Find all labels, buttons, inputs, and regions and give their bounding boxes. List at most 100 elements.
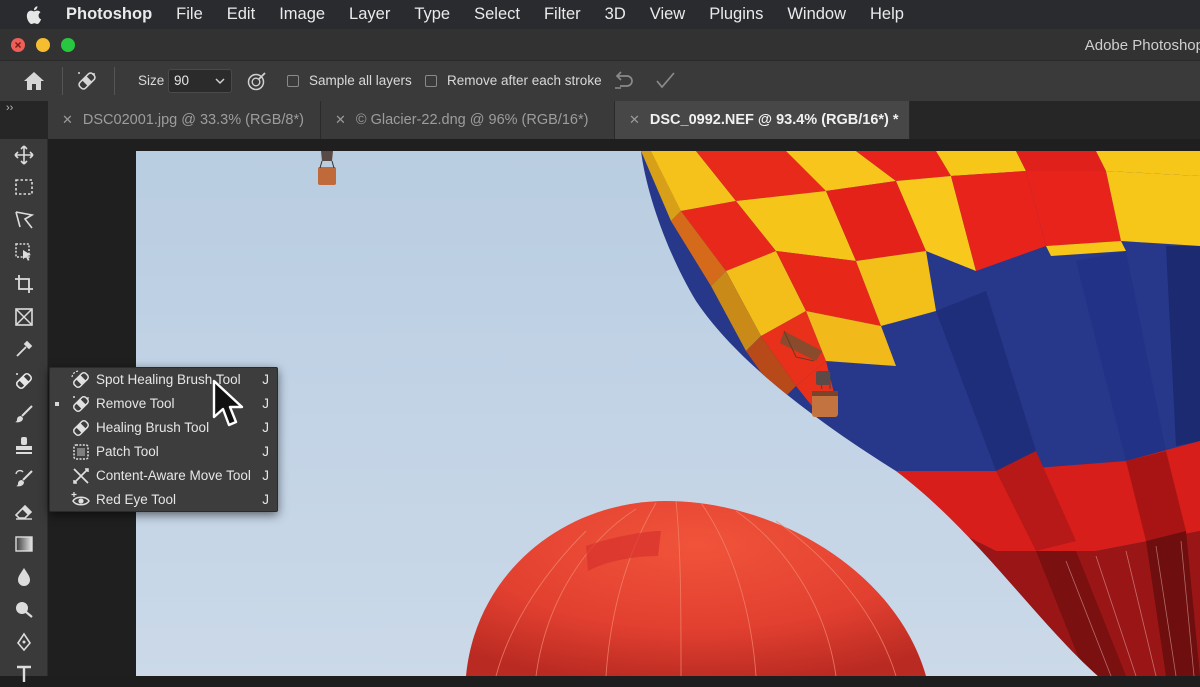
rectangular-marquee-tool[interactable] bbox=[10, 174, 38, 200]
blur-tool[interactable] bbox=[10, 564, 38, 590]
menu-file[interactable]: File bbox=[176, 5, 203, 24]
options-bar: Size 90 Sample all layers Remove after e… bbox=[0, 61, 1200, 101]
menu-view[interactable]: View bbox=[650, 5, 685, 24]
window-titlebar: Adobe Photoshop bbox=[0, 29, 1200, 61]
hot-air-balloons-photo bbox=[318, 151, 1200, 676]
lasso-tool[interactable] bbox=[10, 207, 38, 233]
flyout-item-label: Red Eye Tool bbox=[96, 492, 177, 507]
size-input[interactable]: 90 bbox=[168, 69, 232, 93]
content-aware-move-icon bbox=[73, 468, 89, 484]
separator bbox=[62, 67, 63, 95]
pen-tool[interactable] bbox=[10, 629, 38, 655]
menu-layer[interactable]: Layer bbox=[349, 5, 390, 24]
tab-label: DSC02001.jpg @ 33.3% (RGB/8*) bbox=[82, 112, 304, 128]
type-tool[interactable] bbox=[10, 661, 38, 687]
tab-label: © Glacier-22.dng @ 96% (RGB/16*) bbox=[355, 112, 589, 128]
lasso-icon bbox=[15, 211, 35, 229]
window-close-button[interactable] bbox=[11, 38, 25, 52]
pressure-size-button[interactable] bbox=[246, 70, 268, 95]
eraser-tool[interactable] bbox=[10, 498, 38, 524]
object-selection-tool[interactable] bbox=[10, 239, 38, 265]
document-tabs: ›› ✕ DSC02001.jpg @ 33.3% (RGB/8*) ✕ © G… bbox=[0, 101, 1200, 139]
dodge-icon bbox=[16, 602, 33, 618]
move-icon bbox=[14, 145, 34, 165]
commit-button[interactable] bbox=[653, 70, 677, 95]
menu-window[interactable]: Window bbox=[787, 5, 846, 24]
crop-icon bbox=[15, 275, 33, 293]
size-label: Size bbox=[138, 73, 165, 88]
dodge-tool[interactable] bbox=[10, 596, 38, 622]
window-minimize-button[interactable] bbox=[36, 38, 50, 52]
menu-filter[interactable]: Filter bbox=[544, 5, 581, 24]
frame-tool[interactable] bbox=[10, 304, 38, 330]
blur-drop-icon bbox=[18, 568, 30, 586]
shortcut-key: J bbox=[262, 444, 269, 459]
menu-edit[interactable]: Edit bbox=[227, 5, 255, 24]
menu-help[interactable]: Help bbox=[870, 5, 904, 24]
shortcut-key: J bbox=[262, 420, 269, 435]
flyout-item-content-aware-move[interactable]: Content-Aware Move Tool J bbox=[50, 464, 277, 488]
menu-plugins[interactable]: Plugins bbox=[709, 5, 763, 24]
home-icon bbox=[24, 72, 44, 90]
macos-menubar: Photoshop File Edit Image Layer Type Sel… bbox=[0, 0, 1200, 29]
mouse-pointer-icon bbox=[212, 379, 244, 427]
separator bbox=[114, 67, 115, 95]
healing-tool[interactable] bbox=[10, 368, 38, 394]
tab-close-icon[interactable]: ✕ bbox=[629, 112, 640, 128]
chevron-down-icon[interactable] bbox=[212, 73, 228, 92]
menu-image[interactable]: Image bbox=[279, 5, 325, 24]
marquee-icon bbox=[15, 179, 33, 195]
tab-dsc0992[interactable]: ✕ DSC_0992.NEF @ 93.4% (RGB/16*) * bbox=[615, 101, 910, 139]
menu-type[interactable]: Type bbox=[414, 5, 450, 24]
history-brush-icon bbox=[15, 469, 33, 487]
remove-tool-icon bbox=[15, 372, 33, 390]
distant-balloon bbox=[318, 151, 336, 185]
tools-panel bbox=[0, 139, 48, 682]
brush-tool[interactable] bbox=[10, 401, 38, 427]
home-button[interactable] bbox=[22, 70, 46, 95]
eyedropper-icon bbox=[16, 340, 33, 357]
shortcut-key: J bbox=[262, 396, 269, 411]
history-brush-tool[interactable] bbox=[10, 466, 38, 492]
tab-glacier-22[interactable]: ✕ © Glacier-22.dng @ 96% (RGB/16*) bbox=[321, 101, 615, 139]
eraser-icon bbox=[14, 504, 33, 520]
tab-close-icon[interactable]: ✕ bbox=[335, 112, 346, 128]
flyout-item-label: Remove Tool bbox=[96, 396, 175, 411]
menu-select[interactable]: Select bbox=[474, 5, 520, 24]
collapse-panel-icon[interactable]: ›› bbox=[6, 102, 13, 114]
crop-tool[interactable] bbox=[10, 271, 38, 297]
shortcut-key: J bbox=[262, 492, 269, 507]
flyout-item-red-eye[interactable]: Red Eye Tool J bbox=[50, 488, 277, 512]
red-eye-icon bbox=[71, 492, 90, 506]
remove-after-stroke-checkbox[interactable] bbox=[425, 75, 437, 87]
brush-icon bbox=[15, 405, 33, 423]
shortcut-key: J bbox=[262, 468, 269, 483]
clone-stamp-tool[interactable] bbox=[10, 433, 38, 459]
eyedropper-tool[interactable] bbox=[10, 336, 38, 362]
type-icon bbox=[17, 665, 31, 682]
gradient-icon bbox=[15, 536, 33, 552]
tab-label: DSC_0992.NEF @ 93.4% (RGB/16*) * bbox=[649, 112, 899, 128]
object-selection-icon bbox=[15, 243, 31, 261]
apple-icon[interactable] bbox=[14, 0, 54, 29]
flyout-item-label: Healing Brush Tool bbox=[96, 420, 210, 435]
size-value: 90 bbox=[174, 73, 190, 88]
close-icon bbox=[15, 42, 21, 48]
sample-all-layers-label[interactable]: Sample all layers bbox=[309, 73, 412, 88]
gradient-tool[interactable] bbox=[10, 531, 38, 557]
menu-app-name[interactable]: Photoshop bbox=[66, 5, 152, 24]
remove-tool-icon bbox=[78, 72, 96, 90]
healing-brush-icon bbox=[73, 420, 89, 436]
patch-tool-icon bbox=[73, 444, 89, 460]
window-maximize-button[interactable] bbox=[61, 38, 75, 52]
tab-close-icon[interactable]: ✕ bbox=[62, 112, 73, 128]
reset-button[interactable] bbox=[612, 70, 636, 95]
flyout-item-patch-tool[interactable]: Patch Tool J bbox=[50, 440, 277, 464]
tool-preset-picker[interactable] bbox=[74, 69, 100, 96]
tab-dsc02001[interactable]: ✕ DSC02001.jpg @ 33.3% (RGB/8*) bbox=[48, 101, 321, 139]
menu-3d[interactable]: 3D bbox=[605, 5, 626, 24]
document-canvas[interactable] bbox=[136, 151, 1200, 676]
sample-all-layers-checkbox[interactable] bbox=[287, 75, 299, 87]
remove-after-stroke-label[interactable]: Remove after each stroke bbox=[447, 73, 602, 88]
move-tool[interactable] bbox=[10, 142, 38, 168]
